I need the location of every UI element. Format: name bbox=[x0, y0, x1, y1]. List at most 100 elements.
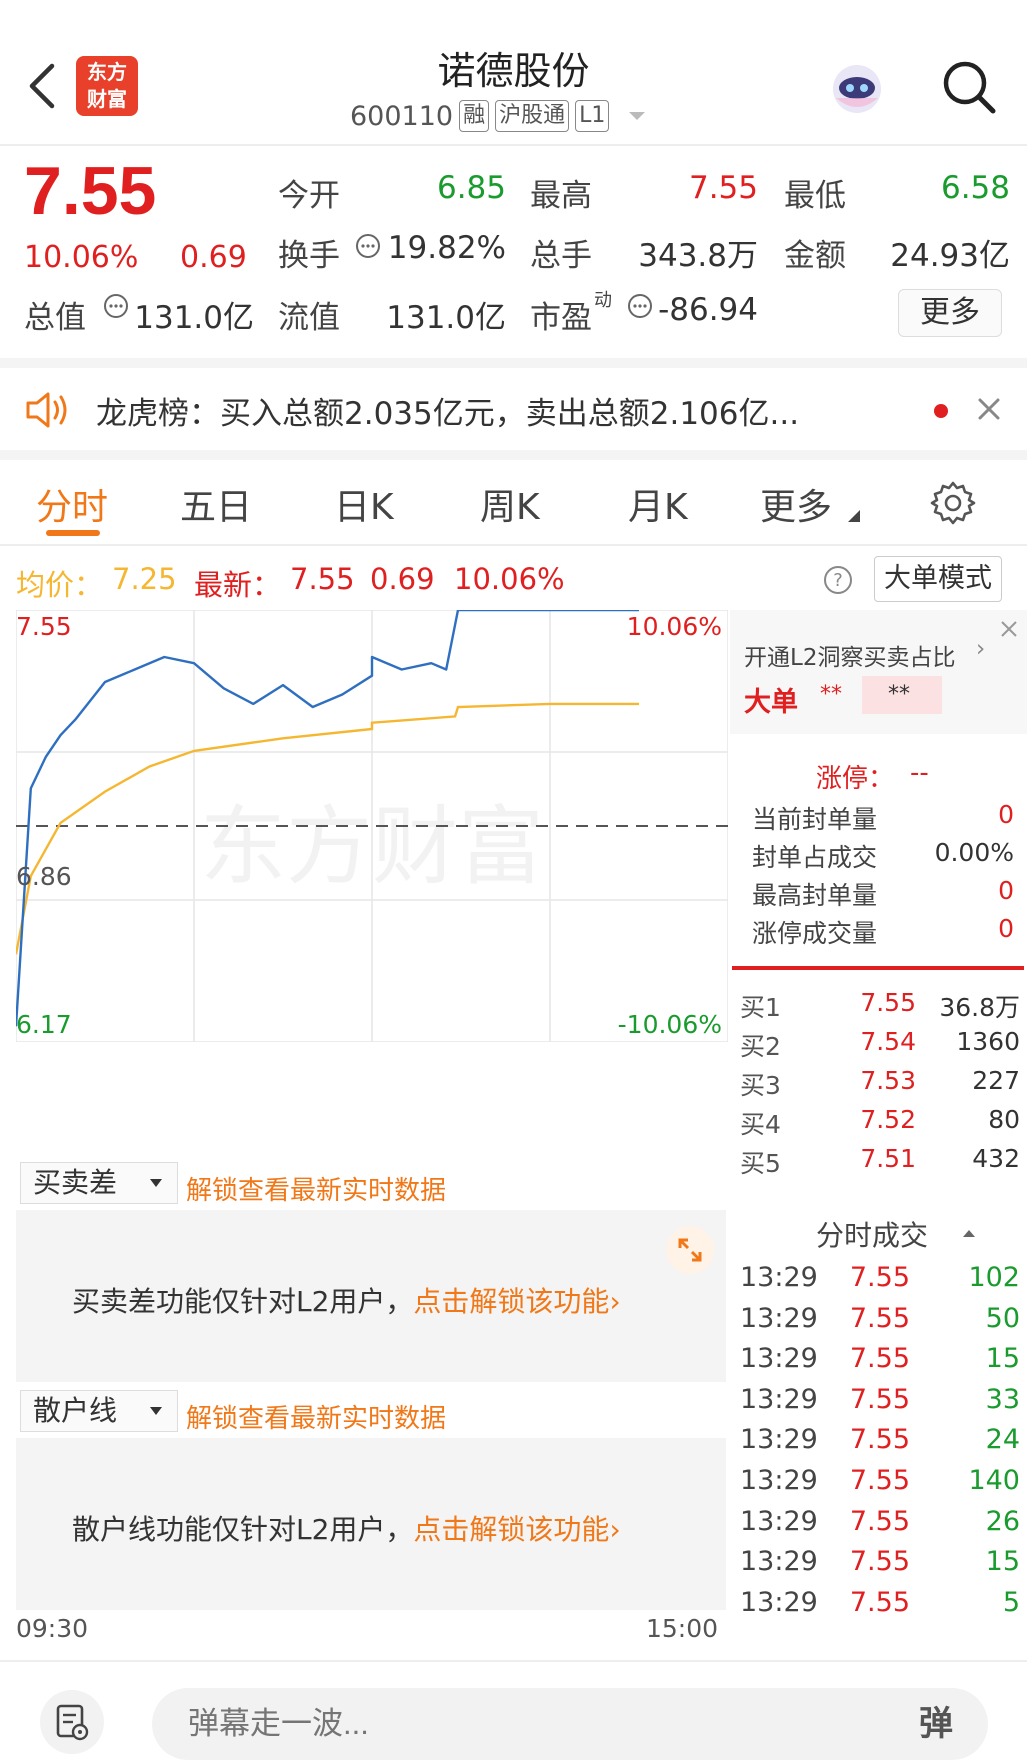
turnover-value: 19.82% bbox=[387, 230, 506, 266]
chart-tabs: 分时 五日 日K 周K 月K 更多 bbox=[0, 460, 1027, 546]
stat-label: 最高封单量 bbox=[752, 881, 878, 910]
search-icon[interactable] bbox=[940, 58, 998, 116]
quote-panel: 7.55 10.06% 0.69 今开 6.85 最高 7.55 最低 6.58… bbox=[0, 148, 1027, 358]
chevron-right-icon: › bbox=[976, 636, 986, 662]
bid-price: 7.55 bbox=[860, 988, 916, 1017]
close-icon[interactable] bbox=[998, 618, 1020, 640]
mktcap-value: 131.0亿 bbox=[134, 300, 254, 336]
stat-label: 当前封单量 bbox=[752, 805, 878, 834]
bid-label: 买2 bbox=[740, 1032, 781, 1061]
y-axis-top-label: 7.55 bbox=[16, 612, 72, 641]
big-order-value-2: ** bbox=[888, 682, 910, 707]
unlock-realtime-link[interactable]: 解锁查看最新实时数据 bbox=[186, 1170, 446, 1207]
tick-volume: 15 bbox=[985, 1546, 1020, 1578]
big-order-label: 大单 bbox=[744, 687, 798, 718]
tab-intraday[interactable]: 分时 bbox=[36, 478, 108, 530]
pe-label: 市盈 bbox=[530, 300, 592, 336]
tick-volume: 50 bbox=[985, 1302, 1020, 1334]
tick-price: 7.55 bbox=[849, 1546, 910, 1578]
speaker-icon bbox=[26, 392, 67, 428]
big-order-mode-button[interactable]: 大单模式 bbox=[874, 556, 1002, 602]
bid-volume: 1360 bbox=[956, 1027, 1020, 1056]
chart-watermark: 东方财富 bbox=[200, 797, 544, 897]
robot-avatar-icon[interactable] bbox=[826, 58, 888, 120]
more-quote-button[interactable]: 更多 bbox=[898, 289, 1002, 337]
tab-weekly-k[interactable]: 周K bbox=[480, 478, 540, 530]
limit-up-label: 涨停： bbox=[816, 764, 895, 794]
danmu-input[interactable] bbox=[152, 1688, 988, 1760]
expand-icon bbox=[678, 1238, 702, 1262]
gear-icon[interactable] bbox=[930, 480, 976, 526]
bid-volume: 80 bbox=[988, 1105, 1020, 1134]
l2-promo-box[interactable]: 开通L2洞察买卖占比 › 大单 ** ** bbox=[730, 610, 1027, 734]
latest-change-pct: 10.06% bbox=[454, 562, 565, 596]
intraday-chart[interactable]: 东方财富 bbox=[16, 610, 728, 1042]
chevron-right-icon: › bbox=[609, 1285, 621, 1318]
x-axis-end-label: 15:00 bbox=[646, 1614, 719, 1643]
stock-sub-line: 600110 融 沪股通 L1 bbox=[350, 100, 647, 132]
stat-label: 涨停成交量 bbox=[752, 919, 878, 948]
current-price: 7.55 bbox=[24, 153, 157, 229]
dropdown-triangle-icon[interactable] bbox=[627, 109, 647, 123]
x-axis-start-label: 09:30 bbox=[16, 1614, 89, 1643]
stat-value: 0.00% bbox=[934, 838, 1014, 867]
info-icon[interactable] bbox=[102, 292, 130, 320]
notice-bar[interactable]: 龙虎榜：买入总额2.035亿元，卖出总额2.106亿... bbox=[0, 368, 1027, 450]
tick-volume: 33 bbox=[985, 1383, 1020, 1415]
low-label: 最低 bbox=[784, 178, 846, 214]
tag-margin: 融 bbox=[459, 100, 490, 132]
change-amount: 0.69 bbox=[180, 240, 247, 275]
unlock-feature-link[interactable]: 点击解锁该功能 bbox=[413, 1285, 609, 1318]
header: 东方 财富 诺德股份 600110 融 沪股通 L1 bbox=[0, 0, 1027, 146]
info-icon[interactable] bbox=[626, 292, 654, 320]
list-settings-icon bbox=[56, 1704, 89, 1741]
change-percent: 10.06% bbox=[24, 240, 139, 275]
amount-label: 金额 bbox=[784, 238, 846, 274]
stat-value: 0 bbox=[998, 800, 1014, 829]
expand-button[interactable] bbox=[666, 1226, 714, 1274]
unlock-feature-link[interactable]: 点击解锁该功能 bbox=[413, 1513, 609, 1546]
panel-message-text: 买卖差功能仅针对L2用户， bbox=[72, 1285, 414, 1318]
tab-monthly-k[interactable]: 月K bbox=[628, 478, 688, 530]
bid-price: 7.52 bbox=[860, 1105, 916, 1134]
indicator-select-label: 买卖差 bbox=[33, 1166, 118, 1199]
tab-five-day[interactable]: 五日 bbox=[180, 478, 252, 530]
bid-label: 买5 bbox=[740, 1149, 781, 1178]
bid-price: 7.54 bbox=[860, 1027, 916, 1056]
high-label: 最高 bbox=[530, 178, 592, 214]
indicator-select-2[interactable]: 散户线 bbox=[20, 1390, 178, 1432]
indicator-select-1[interactable]: 买卖差 bbox=[20, 1162, 178, 1204]
tick-price: 7.55 bbox=[849, 1505, 910, 1537]
ticks-title[interactable]: 分时成交 bbox=[816, 1214, 928, 1254]
danmu-button[interactable]: 弹 bbox=[896, 1696, 976, 1752]
volume-label: 总手 bbox=[530, 238, 592, 274]
tab-more[interactable]: 更多 bbox=[760, 478, 832, 530]
bid-volume: 36.8万 bbox=[939, 993, 1020, 1022]
caret-up-icon[interactable] bbox=[962, 1228, 976, 1238]
panel-message: 买卖差功能仅针对L2用户，点击解锁该功能› bbox=[72, 1280, 621, 1320]
stock-code: 600110 bbox=[350, 100, 454, 132]
panel-message: 散户线功能仅针对L2用户，点击解锁该功能› bbox=[72, 1508, 621, 1548]
pe-value: -86.94 bbox=[658, 292, 758, 328]
tick-price: 7.55 bbox=[849, 1262, 910, 1293]
pe-superscript: 动 bbox=[594, 290, 612, 311]
big-order-value: ** bbox=[820, 682, 842, 707]
question-icon[interactable]: ? bbox=[822, 564, 854, 596]
tick-price: 7.55 bbox=[849, 1383, 910, 1415]
list-settings-button[interactable] bbox=[40, 1690, 104, 1754]
info-icon[interactable] bbox=[354, 232, 382, 260]
tick-volume: 102 bbox=[968, 1262, 1020, 1293]
unread-dot bbox=[934, 404, 948, 418]
tag-level: L1 bbox=[575, 100, 610, 132]
tick-price: 7.55 bbox=[849, 1343, 910, 1375]
unlock-realtime-link[interactable]: 解锁查看最新实时数据 bbox=[186, 1398, 446, 1435]
avg-value: 7.25 bbox=[112, 562, 177, 596]
tab-daily-k[interactable]: 日K bbox=[334, 478, 394, 530]
stat-value: 0 bbox=[998, 876, 1014, 905]
close-icon[interactable] bbox=[976, 396, 1002, 422]
y-axis-bottom-label: 6.17 bbox=[16, 1010, 72, 1039]
notice-text: 龙虎榜：买入总额2.035亿元，卖出总额2.106亿... bbox=[96, 396, 800, 432]
price-info-row: 均价： 7.25 最新： 7.55 0.69 10.06% ? bbox=[0, 556, 1027, 606]
dropdown-triangle-icon bbox=[150, 1179, 162, 1187]
corner-triangle-icon bbox=[848, 510, 860, 522]
